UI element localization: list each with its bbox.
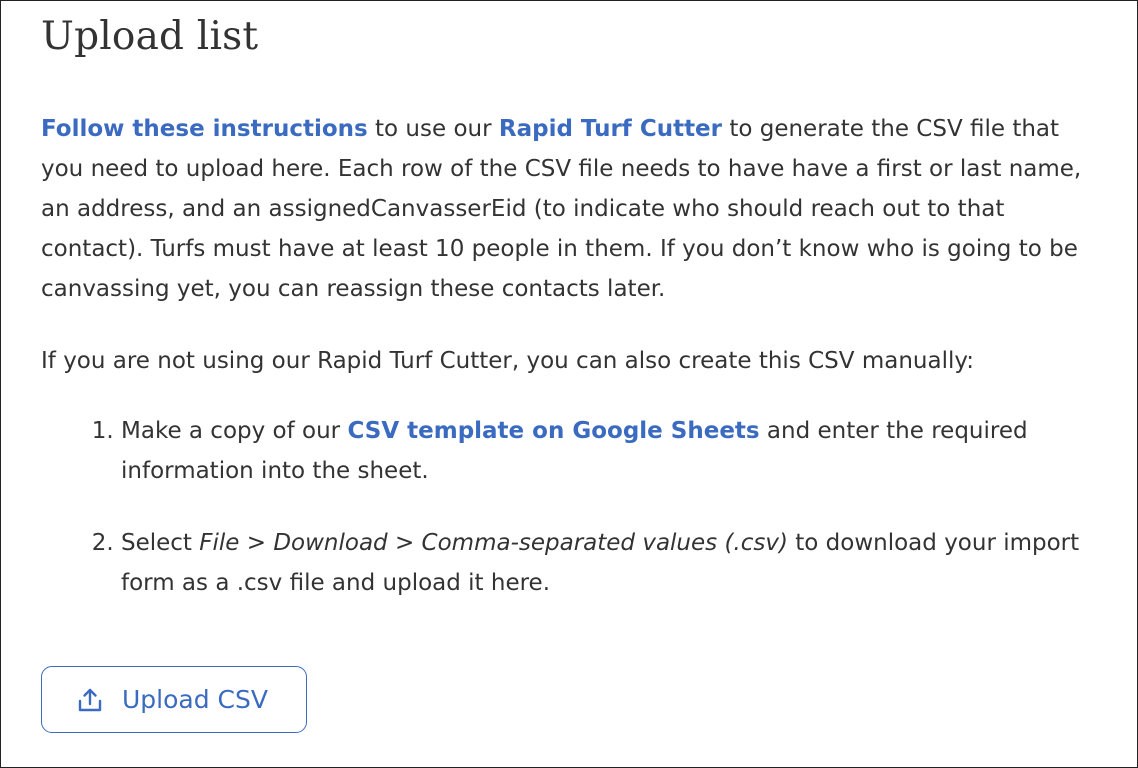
follow-instructions-link[interactable]: Follow these instructions — [41, 116, 368, 142]
rapid-turf-cutter-link[interactable]: Rapid Turf Cutter — [499, 116, 722, 142]
upload-csv-button[interactable]: Upload CSV — [41, 666, 307, 733]
upload-icon — [76, 686, 104, 714]
intro-paragraph: Follow these instructions to use our Rap… — [41, 109, 1101, 309]
upload-list-panel: Upload list Follow these instructions to… — [0, 0, 1138, 768]
step-2-text-a: Select — [121, 530, 200, 556]
panel-content: Upload list Follow these instructions to… — [41, 1, 1111, 603]
step-item-1: Make a copy of our CSV template on Googl… — [121, 411, 1111, 491]
intro-text-b: to generate the CSV file that you need t… — [41, 116, 1082, 302]
step-item-2: Select File > Download > Comma-separated… — [121, 523, 1111, 603]
csv-template-link[interactable]: CSV template on Google Sheets — [347, 418, 759, 444]
intro-text-a: to use our — [367, 116, 499, 142]
page-title: Upload list — [41, 14, 259, 59]
step-1-text-a: Make a copy of our — [121, 418, 348, 444]
manual-paragraph: If you are not using our Rapid Turf Cutt… — [41, 348, 975, 374]
upload-csv-label: Upload CSV — [122, 685, 268, 714]
steps-list: Make a copy of our CSV template on Googl… — [41, 411, 1111, 603]
menu-path: File > Download > Comma-separated values… — [199, 530, 788, 556]
